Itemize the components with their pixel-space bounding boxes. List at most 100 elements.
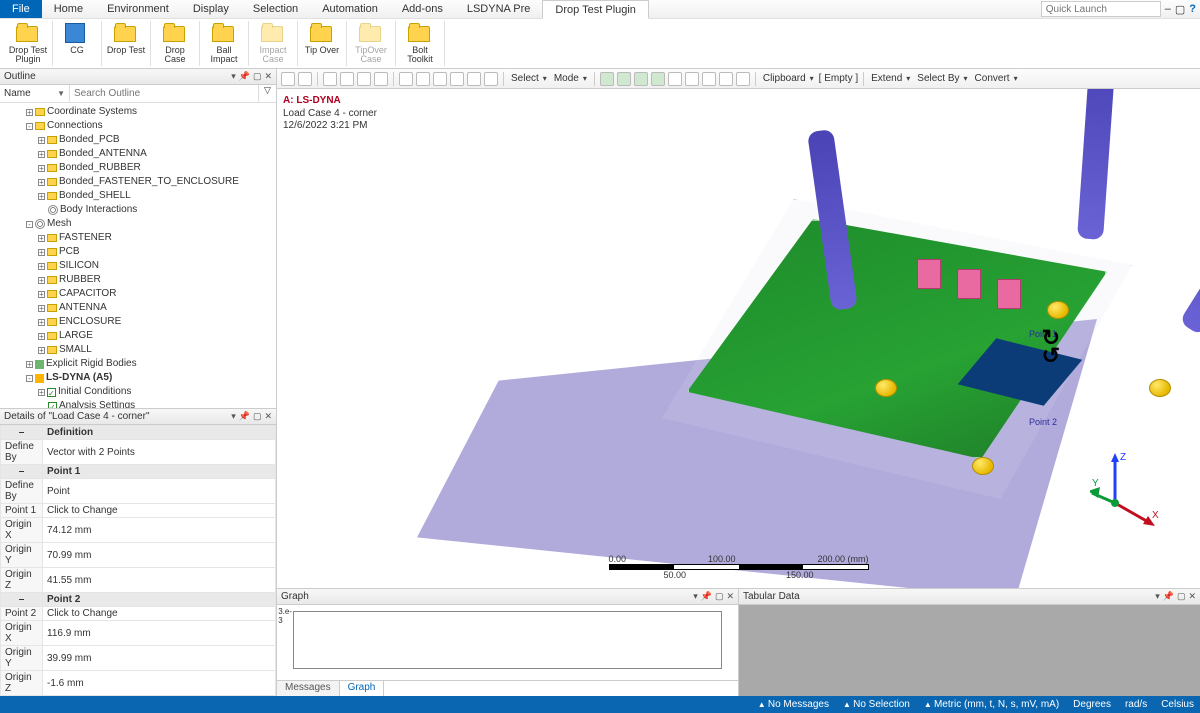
graph-plot-area[interactable]: 3.e-3 bbox=[293, 611, 722, 669]
menu-tab-addons[interactable]: Add-ons bbox=[390, 0, 455, 18]
menu-tab-automation[interactable]: Automation bbox=[310, 0, 390, 18]
property-row[interactable]: Point 1Click to Change bbox=[1, 504, 276, 518]
tb-icon-edge[interactable] bbox=[340, 72, 354, 86]
section-toggle[interactable]: – bbox=[1, 593, 43, 607]
tb-icon-m5[interactable] bbox=[736, 72, 750, 86]
section-toggle[interactable]: – bbox=[1, 465, 43, 479]
expand-icon[interactable]: - bbox=[26, 221, 33, 228]
prop-value[interactable]: -1.6 mm bbox=[43, 671, 276, 696]
tree-node[interactable]: -Connections bbox=[2, 119, 276, 133]
tree-node[interactable]: +Bonded_FASTENER_TO_ENCLOSURE bbox=[2, 175, 276, 189]
menu-tab-selection[interactable]: Selection bbox=[241, 0, 310, 18]
tree-node[interactable]: Body Interactions bbox=[2, 203, 276, 217]
tree-node[interactable]: +Explicit Rigid Bodies bbox=[2, 357, 276, 371]
property-row[interactable]: Origin X116.9 mm bbox=[1, 621, 276, 646]
property-row[interactable]: Origin Y70.99 mm bbox=[1, 543, 276, 568]
tb-icon-zoom2[interactable] bbox=[433, 72, 447, 86]
tb-icon-g4[interactable] bbox=[651, 72, 665, 86]
expand-icon[interactable]: + bbox=[38, 165, 45, 172]
tree-node[interactable]: +FASTENER bbox=[2, 231, 276, 245]
outline-dropdown-icon[interactable]: ▾ bbox=[231, 71, 236, 82]
quick-launch-input[interactable] bbox=[1041, 1, 1161, 17]
property-row[interactable]: Define ByPoint bbox=[1, 479, 276, 504]
tb-icon-pan[interactable] bbox=[416, 72, 430, 86]
tree-node[interactable]: +ENCLOSURE bbox=[2, 315, 276, 329]
outline-tree[interactable]: +Coordinate Systems-Connections+Bonded_P… bbox=[0, 103, 276, 408]
tree-node[interactable]: +ANTENNA bbox=[2, 301, 276, 315]
tree-node[interactable]: Analysis Settings bbox=[2, 399, 276, 408]
expand-icon[interactable]: + bbox=[38, 249, 45, 256]
graph-pin-icon[interactable]: 📌 bbox=[701, 591, 712, 602]
prop-value[interactable]: Click to Change bbox=[43, 504, 276, 518]
tb-icon-g3[interactable] bbox=[634, 72, 648, 86]
tree-node[interactable]: -Mesh bbox=[2, 217, 276, 231]
tree-node[interactable]: +SILICON bbox=[2, 259, 276, 273]
prop-value[interactable]: 74.12 mm bbox=[43, 518, 276, 543]
tree-node[interactable]: +Coordinate Systems bbox=[2, 105, 276, 119]
property-row[interactable]: Point 2Click to Change bbox=[1, 607, 276, 621]
tree-node[interactable]: +CAPACITOR bbox=[2, 287, 276, 301]
menu-tab-lsdyna-pre[interactable]: LSDYNA Pre bbox=[455, 0, 543, 18]
expand-icon[interactable]: + bbox=[38, 235, 45, 242]
expand-icon[interactable]: + bbox=[38, 179, 45, 186]
expand-icon[interactable]: + bbox=[38, 333, 45, 340]
tb-icon-g2[interactable] bbox=[617, 72, 631, 86]
menu-tab-environment[interactable]: Environment bbox=[95, 0, 181, 18]
expand-icon[interactable]: + bbox=[38, 193, 45, 200]
tb-select-by[interactable]: Select By bbox=[915, 73, 969, 84]
expand-icon[interactable]: + bbox=[38, 137, 45, 144]
ribbon-drop-test[interactable]: Drop Test bbox=[106, 21, 146, 66]
ribbon-cg[interactable]: CG bbox=[57, 21, 97, 66]
tb-icon-face[interactable] bbox=[357, 72, 371, 86]
menu-tab-home[interactable]: Home bbox=[42, 0, 95, 18]
tree-node[interactable]: +RUBBER bbox=[2, 273, 276, 287]
viewport-3d[interactable]: A: LS-DYNA Load Case 4 - corner 12/6/202… bbox=[277, 89, 1200, 588]
tb-icon-zoom[interactable] bbox=[281, 72, 295, 86]
outline-search-input[interactable] bbox=[70, 85, 258, 102]
ribbon-ball-impact[interactable]: Ball Impact bbox=[204, 21, 244, 66]
tb-icon-rotate[interactable] bbox=[399, 72, 413, 86]
tb-icon-m3[interactable] bbox=[702, 72, 716, 86]
tb-icon-m4[interactable] bbox=[719, 72, 733, 86]
tb-extend[interactable]: Extend bbox=[869, 73, 912, 84]
status-celsius[interactable]: Celsius bbox=[1161, 699, 1194, 710]
section-toggle[interactable]: – bbox=[1, 426, 43, 440]
graph-close-icon[interactable]: ✕ bbox=[726, 591, 734, 602]
tb-icon-zoomin[interactable] bbox=[450, 72, 464, 86]
ribbon-drop-test-plugin[interactable]: Drop Test Plugin bbox=[8, 21, 48, 66]
tab-graph[interactable]: Graph bbox=[340, 681, 385, 696]
status-units[interactable]: Metric (mm, t, N, s, mV, mA) bbox=[924, 699, 1059, 710]
tb-icon-g1[interactable] bbox=[600, 72, 614, 86]
tree-node[interactable]: +Bonded_RUBBER bbox=[2, 161, 276, 175]
menu-tab-display[interactable]: Display bbox=[181, 0, 241, 18]
tree-node[interactable]: +Bonded_ANTENNA bbox=[2, 147, 276, 161]
expand-icon[interactable]: + bbox=[26, 361, 33, 368]
prop-value[interactable]: Click to Change bbox=[43, 607, 276, 621]
expand-icon[interactable]: + bbox=[38, 347, 45, 354]
tabular-dropdown-icon[interactable]: ▾ bbox=[1155, 591, 1160, 602]
rotate-gizmo-icon[interactable]: ↻↺ bbox=[1042, 329, 1060, 364]
tree-node[interactable]: +Bonded_PCB bbox=[2, 133, 276, 147]
prop-value[interactable]: 39.99 mm bbox=[43, 646, 276, 671]
outline-filter-field[interactable]: Name ▼ bbox=[0, 85, 70, 102]
menu-tab-drop-test-plugin[interactable]: Drop Test Plugin bbox=[542, 0, 649, 19]
expand-icon[interactable]: - bbox=[26, 375, 33, 382]
tab-messages[interactable]: Messages bbox=[277, 681, 340, 696]
status-messages[interactable]: No Messages bbox=[758, 699, 829, 710]
expand-icon[interactable]: + bbox=[26, 109, 33, 116]
details-close-icon[interactable]: ✕ bbox=[264, 411, 272, 422]
tb-icon-zoomout[interactable] bbox=[467, 72, 481, 86]
tree-node[interactable]: +LARGE bbox=[2, 329, 276, 343]
tb-icon-body[interactable] bbox=[374, 72, 388, 86]
property-row[interactable]: Origin Z-1.6 mm bbox=[1, 671, 276, 696]
tree-node[interactable]: +SMALL bbox=[2, 343, 276, 357]
property-row[interactable]: Origin Z41.55 mm bbox=[1, 568, 276, 593]
expand-icon[interactable]: + bbox=[38, 319, 45, 326]
expand-icon[interactable]: + bbox=[38, 291, 45, 298]
help-icon[interactable]: ? bbox=[1189, 3, 1196, 15]
tb-icon-zoomfit[interactable] bbox=[484, 72, 498, 86]
status-rads[interactable]: rad/s bbox=[1125, 699, 1147, 710]
window-restore-icon[interactable]: ▢ bbox=[1175, 3, 1185, 16]
tb-icon-point[interactable] bbox=[323, 72, 337, 86]
ribbon-drop-case[interactable]: Drop Case bbox=[155, 21, 195, 66]
